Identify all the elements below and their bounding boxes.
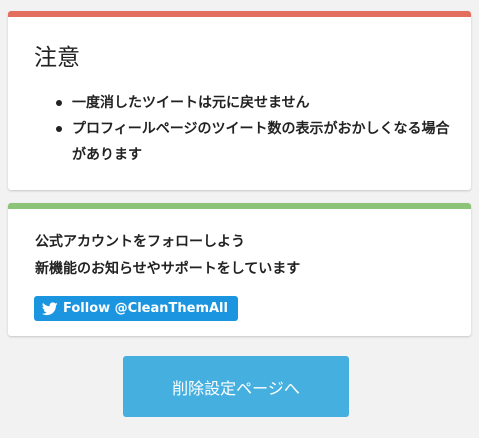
twitter-follow-label: Follow @CleanThemAll [63, 301, 228, 316]
warning-item: 一度消したツイートは元に戻せません [54, 90, 454, 116]
warning-item-text: プロフィールページのツイート数の表示がおかしくなる場合があります [72, 121, 450, 163]
delete-settings-label: 削除設定ページへ [172, 378, 300, 398]
warning-card: 注意 一度消したツイートは元に戻せません プロフィールページのツイート数の表示が… [8, 11, 471, 190]
follow-description: 公式アカウントをフォローしよう 新機能のお知らせやサポートをしています [35, 229, 455, 283]
bullet-icon [56, 126, 62, 132]
delete-settings-button[interactable]: 削除設定ページへ [123, 356, 349, 417]
twitter-follow-button[interactable]: Follow @CleanThemAll [34, 296, 238, 321]
follow-line: 新機能のお知らせやサポートをしています [35, 261, 301, 277]
follow-accent-bar [8, 203, 471, 209]
follow-line: 公式アカウントをフォローしよう [35, 234, 245, 250]
warning-list: 一度消したツイートは元に戻せません プロフィールページのツイート数の表示がおかし… [54, 90, 454, 168]
warning-item: プロフィールページのツイート数の表示がおかしくなる場合があります [54, 116, 454, 168]
warning-accent-bar [8, 11, 471, 17]
bullet-icon [56, 100, 62, 106]
twitter-bird-icon [42, 301, 58, 315]
warning-title: 注意 [34, 45, 80, 71]
follow-card: 公式アカウントをフォローしよう 新機能のお知らせやサポートをしています Foll… [8, 203, 471, 336]
warning-item-text: 一度消したツイートは元に戻せません [72, 95, 310, 111]
